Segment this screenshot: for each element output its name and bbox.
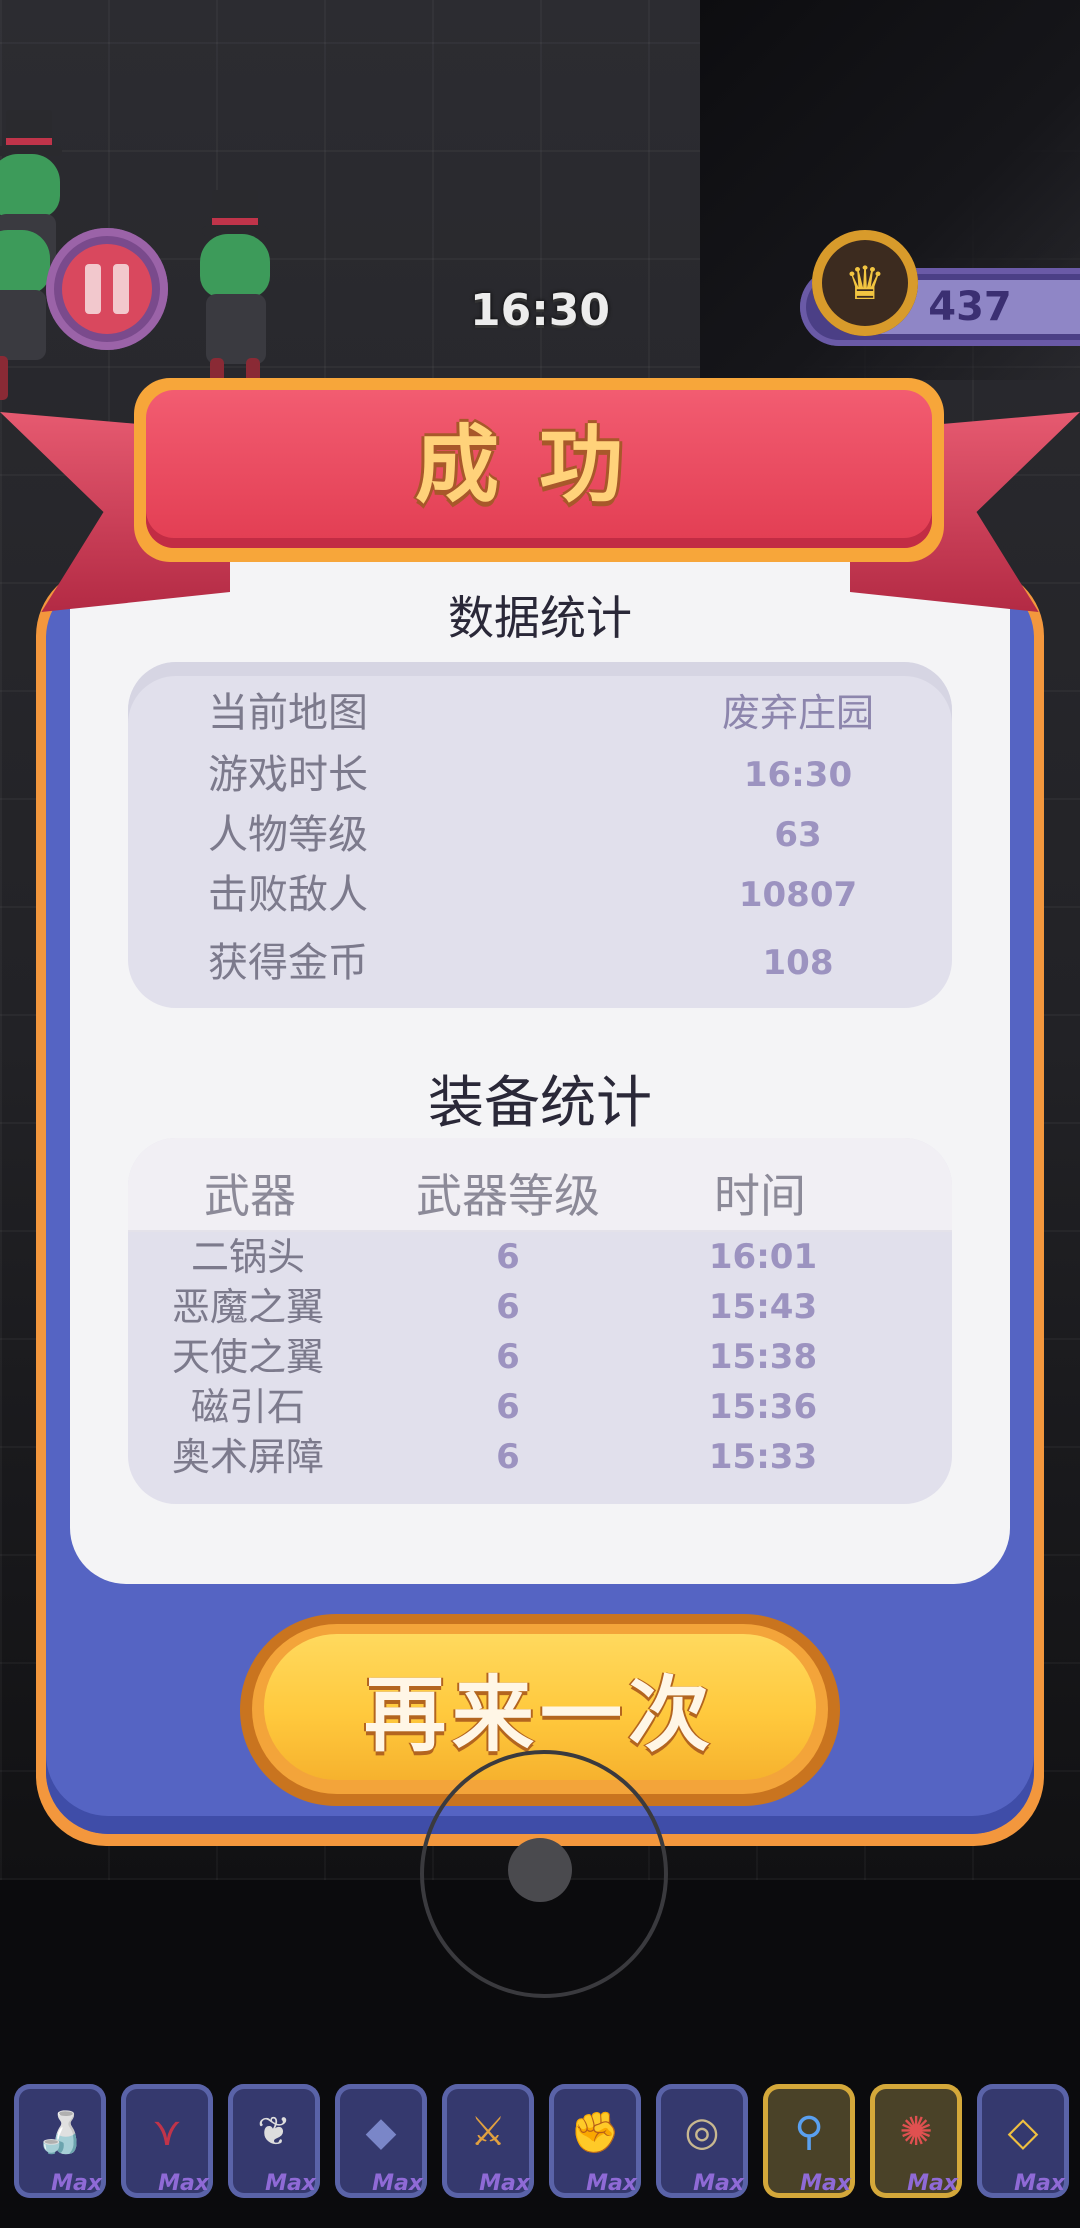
max-badge: Max — [800, 2171, 851, 2196]
angel-wings-icon: ❦ — [257, 2109, 291, 2155]
weapon-name: 恶魔之翼 — [171, 1285, 324, 1329]
pause-button[interactable] — [46, 228, 168, 350]
weapon-name: 奥术屏障 — [171, 1435, 324, 1479]
stat-label: 击败敌人 — [208, 872, 368, 918]
stat-value: 16:30 — [743, 755, 853, 795]
weapon-time: 15:43 — [708, 1287, 818, 1327]
game-timer: 16:30 — [469, 285, 611, 336]
pause-icon — [85, 264, 101, 314]
result-title: 成功 — [414, 416, 663, 514]
stat-label: 当前地图 — [208, 690, 368, 736]
stat-row-level: 人物等级 63 — [128, 806, 952, 864]
weapon-time: 16:01 — [708, 1237, 818, 1277]
max-badge: Max — [158, 2171, 209, 2196]
weapon-name: 磁引石 — [190, 1385, 305, 1429]
equipment-slot[interactable]: ⚔ Max — [442, 2084, 534, 2198]
weapon-level: 6 — [496, 1387, 520, 1427]
stat-row-duration: 游戏时长 16:30 — [128, 746, 952, 804]
equipment-slot[interactable]: ◇ Max — [977, 2084, 1069, 2198]
column-header-time: 时间 — [714, 1169, 806, 1223]
gauntlet-icon: ✊ — [570, 2109, 620, 2156]
equipment-slot[interactable]: ✺ Max — [870, 2084, 962, 2198]
max-badge: Max — [693, 2171, 744, 2196]
stat-value: 10807 — [738, 875, 858, 915]
weapon-time: 15:38 — [708, 1337, 818, 1377]
max-badge: Max — [907, 2171, 958, 2196]
table-row: 磁引石 6 15:36 — [128, 1382, 952, 1432]
weapon-level: 6 — [496, 1437, 520, 1477]
stat-label: 获得金币 — [208, 940, 368, 986]
equipment-slot[interactable]: ❦ Max — [228, 2084, 320, 2198]
stat-row-kills: 击败敌人 10807 — [128, 866, 952, 924]
weapon-name: 二锅头 — [190, 1235, 305, 1279]
equipment-slot[interactable]: ◆ Max — [335, 2084, 427, 2198]
weapon-level: 6 — [496, 1287, 520, 1327]
demon-wings-icon: ⋎ — [152, 2109, 182, 2155]
max-badge: Max — [1014, 2171, 1065, 2196]
max-badge: Max — [479, 2171, 530, 2196]
stat-value: 108 — [762, 943, 834, 983]
weapon-level: 6 — [496, 1237, 520, 1277]
bottle-icon: 🍶 — [35, 2109, 85, 2156]
stats-title: 数据统计 — [448, 591, 632, 645]
max-badge: Max — [586, 2171, 637, 2196]
stat-row-map: 当前地图 废弃庄园 — [128, 684, 952, 742]
weapon-level: 6 — [496, 1337, 520, 1377]
stat-value: 63 — [774, 815, 822, 855]
weapon-time: 15:36 — [708, 1387, 818, 1427]
equipment-title: 装备统计 — [428, 1071, 652, 1136]
axe-icon: ⚔ — [470, 2109, 506, 2155]
dragon-icon: ✺ — [899, 2109, 933, 2155]
equipment-slot[interactable]: ◎ Max — [656, 2084, 748, 2198]
stat-row-gold: 获得金币 108 — [128, 934, 952, 992]
weapon-time: 15:33 — [708, 1437, 818, 1477]
table-row: 天使之翼 6 15:38 — [128, 1332, 952, 1382]
equipment-slot[interactable]: 🍶 Max — [14, 2084, 106, 2198]
column-header-weapon: 武器 — [204, 1169, 296, 1223]
table-row: 二锅头 6 16:01 — [128, 1232, 952, 1282]
joystick-knob[interactable] — [508, 1838, 572, 1902]
max-badge: Max — [372, 2171, 423, 2196]
gem-icon: ◇ — [1007, 2109, 1039, 2155]
equipment-slot[interactable]: ⚲ Max — [763, 2084, 855, 2198]
disc-blade-icon: ◎ — [684, 2109, 720, 2155]
table-row: 奥术屏障 6 15:33 — [128, 1432, 952, 1482]
coin-value: 437 — [928, 284, 1012, 330]
weapon-name: 天使之翼 — [171, 1335, 324, 1379]
equipment-slot[interactable]: ✊ Max — [549, 2084, 641, 2198]
max-badge: Max — [265, 2171, 316, 2196]
stat-value: 废弃庄园 — [721, 691, 874, 735]
magnet-stone-icon: ◆ — [365, 2109, 397, 2155]
stat-label: 游戏时长 — [208, 752, 368, 798]
stat-label: 人物等级 — [208, 812, 368, 858]
magic-wand-icon: ⚲ — [794, 2109, 824, 2155]
max-badge: Max — [51, 2171, 102, 2196]
equipment-slot[interactable]: ⋎ Max — [121, 2084, 213, 2198]
column-header-level: 武器等级 — [416, 1169, 600, 1223]
table-row: 恶魔之翼 6 15:43 — [128, 1282, 952, 1332]
